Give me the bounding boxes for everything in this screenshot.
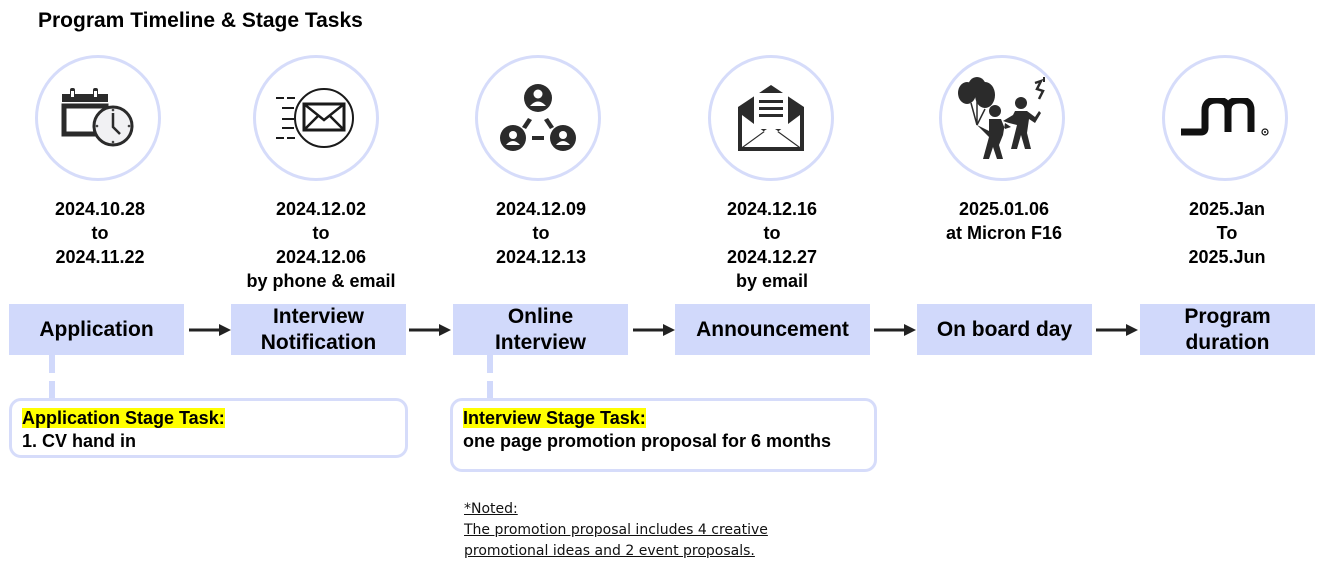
- date-text: 2025.Jun: [1188, 247, 1266, 267]
- date-text: 2024.12.27: [726, 247, 818, 267]
- fast-email-icon: [276, 88, 354, 148]
- stage-icon-circle-application: [35, 55, 161, 181]
- connector-dash: [487, 355, 493, 373]
- arrow-right-icon: [633, 324, 675, 336]
- stage-label: Notification: [260, 330, 377, 354]
- stage-dates-online-interview: 2024.12.09 to 2024.12.13: [431, 197, 651, 269]
- stage-box-application: Application: [9, 304, 184, 355]
- date-text: to: [532, 223, 550, 243]
- stage-label: duration: [1185, 330, 1270, 354]
- calendar-clock-icon: [61, 88, 134, 147]
- task-body: one page promotion proposal for 6 months: [463, 431, 832, 451]
- stage-box-announcement: Announcement: [675, 304, 870, 355]
- footnote-line: promotional ideas and 2 event proposals.: [464, 543, 755, 559]
- arrow-right-icon: [189, 324, 231, 336]
- micron-logo-icon: [1181, 98, 1269, 136]
- date-text: 2024.10.28: [54, 199, 146, 219]
- stage-box-on-board-day: On board day: [917, 304, 1092, 355]
- footnote-line: The promotion proposal includes 4 creati…: [464, 522, 768, 538]
- footnote: *Noted: The promotion proposal includes …: [464, 499, 768, 562]
- date-text: 2025.Jan: [1188, 199, 1266, 219]
- stage-label: Interview: [494, 330, 587, 354]
- date-text: 2024.11.22: [55, 247, 145, 267]
- task-heading: Interview Stage Task:: [463, 408, 646, 428]
- date-text: 2024.12.09: [495, 199, 587, 219]
- stage-label: On board day: [936, 317, 1073, 341]
- stage-icon-circle-interview-notification: [253, 55, 379, 181]
- stage-icon-circle-online-interview: [475, 55, 601, 181]
- connector-dash: [49, 355, 55, 373]
- date-text: 2024.12.13: [495, 247, 587, 267]
- task-body: 1. CV hand in: [22, 431, 137, 451]
- arrow-right-icon: [409, 324, 451, 336]
- page-title: Program Timeline & Stage Tasks: [38, 9, 363, 32]
- footnote-heading: *Noted:: [464, 501, 518, 517]
- stage-box-online-interview: Online Interview: [453, 304, 628, 355]
- date-text: 2024.12.16: [726, 199, 818, 219]
- stage-dates-interview-notification: 2024.12.02 to 2024.12.06 by phone & emai…: [211, 197, 431, 293]
- stage-dates-announcement: 2024.12.16 to 2024.12.27 by email: [662, 197, 882, 293]
- date-text: to: [312, 223, 330, 243]
- stage-label: Application: [39, 317, 154, 341]
- task-box-interview: Interview Stage Task: one page promotion…: [450, 398, 877, 472]
- date-method: by email: [735, 271, 809, 291]
- stage-box-interview-notification: Interview Notification: [231, 304, 406, 355]
- date-text: to: [91, 223, 109, 243]
- celebration-icon: [958, 77, 1045, 159]
- arrow-right-icon: [874, 324, 916, 336]
- stage-label: Announcement: [696, 317, 849, 341]
- date-text: 2025.01.06: [958, 199, 1050, 219]
- stage-dates-program-duration: 2025.Jan To 2025.Jun: [1117, 197, 1324, 269]
- date-text: 2024.12.02: [275, 199, 367, 219]
- stage-icon-circle-announcement: [708, 55, 834, 181]
- date-method: by phone & email: [246, 271, 396, 291]
- stage-label: Interview: [272, 304, 365, 328]
- stage-label: Program: [1184, 304, 1271, 328]
- task-heading: Application Stage Task:: [22, 408, 225, 428]
- task-box-application: Application Stage Task: 1. CV hand in: [9, 398, 408, 458]
- stage-icon-circle-program-duration: [1162, 55, 1288, 181]
- stage-dates-on-board-day: 2025.01.06 at Micron F16: [894, 197, 1114, 245]
- stage-icon-circle-on-board-day: [939, 55, 1065, 181]
- open-envelope-icon: [738, 85, 804, 151]
- network-people-icon: [500, 84, 576, 151]
- date-text: 2024.12.06: [275, 247, 367, 267]
- date-location: at Micron F16: [945, 223, 1063, 243]
- stage-box-program-duration: Program duration: [1140, 304, 1315, 355]
- date-text: to: [763, 223, 781, 243]
- stage-dates-application: 2024.10.28 to 2024.11.22: [0, 197, 210, 269]
- stage-label: Online: [507, 304, 574, 328]
- date-text: To: [1216, 223, 1238, 243]
- arrow-right-icon: [1096, 324, 1138, 336]
